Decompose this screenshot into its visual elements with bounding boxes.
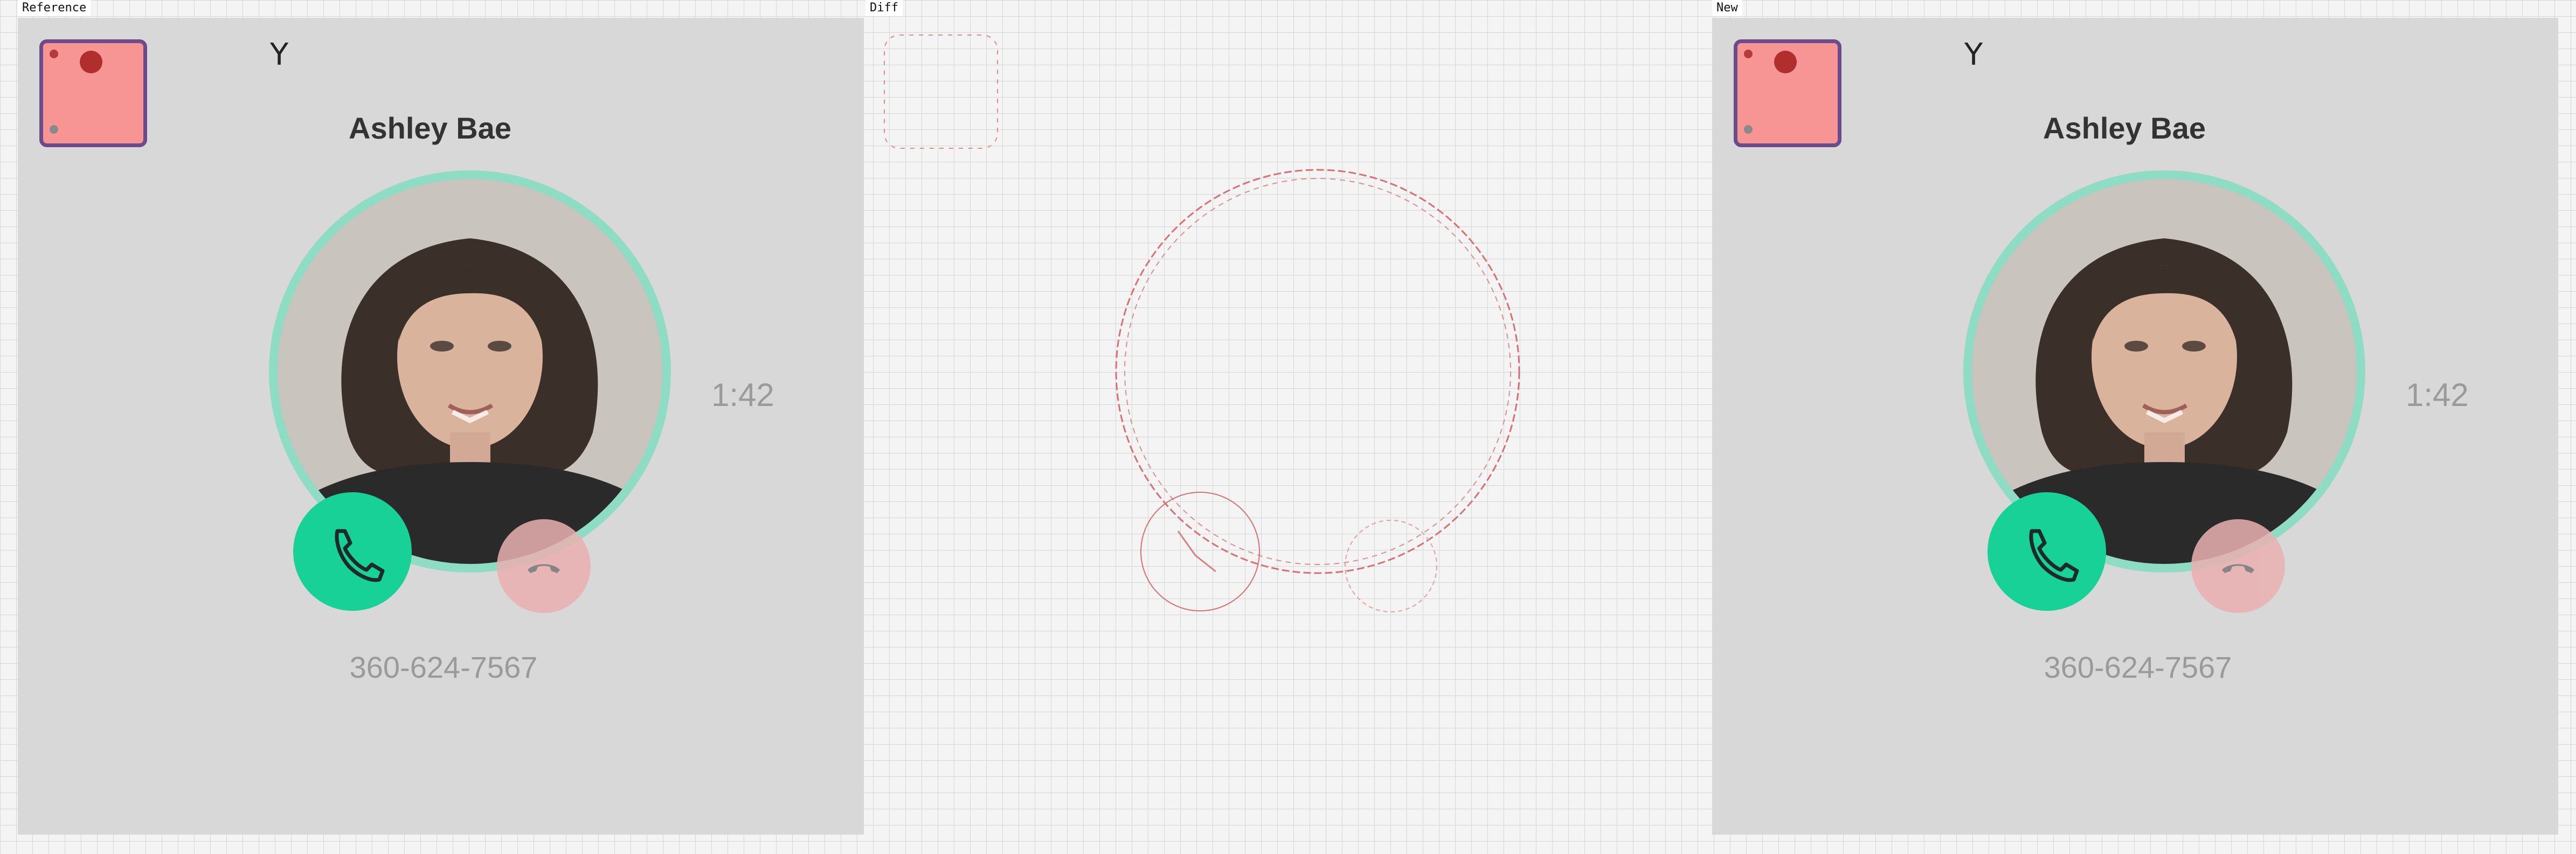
diff-panel-label: Diff xyxy=(865,0,903,16)
decline-button[interactable] xyxy=(497,519,591,613)
status-glyph: Υ xyxy=(270,37,289,72)
diff-outline xyxy=(1177,531,1216,573)
new-panel-label: New xyxy=(1712,0,1742,16)
diff-outline xyxy=(1124,178,1511,565)
call-timer: 1:42 xyxy=(2406,377,2469,413)
diff-overlay xyxy=(865,0,1712,854)
avatar-dot xyxy=(80,51,102,73)
phone-number: 360-624-7567 xyxy=(349,650,538,684)
call-timer: 1:42 xyxy=(711,377,774,413)
decline-button[interactable] xyxy=(2191,519,2285,613)
comparison-canvas: Reference Υ Ashley Bae 1:42 360-624-7567… xyxy=(0,0,2576,854)
avatar-placeholder-icon[interactable] xyxy=(1734,39,1841,147)
hangup-icon xyxy=(497,519,591,613)
avatar-dot xyxy=(1774,51,1797,73)
reference-call-screen: Υ Ashley Bae 1:42 360-624-7567 xyxy=(18,18,864,835)
avatar-dot xyxy=(1744,50,1753,58)
caller-name: Ashley Bae xyxy=(2043,111,2206,145)
hangup-icon xyxy=(2191,519,2285,613)
answer-button[interactable] xyxy=(1988,492,2106,611)
reference-panel-label: Reference xyxy=(18,0,91,16)
avatar-placeholder-icon[interactable] xyxy=(39,39,147,147)
avatar-dot xyxy=(50,125,58,134)
new-call-screen: Υ Ashley Bae 1:42 360-624-7567 xyxy=(1712,18,2558,835)
phone-icon xyxy=(1988,492,2106,611)
caller-name: Ashley Bae xyxy=(349,111,511,145)
status-glyph: Υ xyxy=(1964,37,1983,72)
answer-button[interactable] xyxy=(293,492,412,611)
diff-outline xyxy=(1345,520,1437,612)
avatar-dot xyxy=(50,50,58,58)
avatar-dot xyxy=(1744,125,1753,134)
phone-icon xyxy=(293,492,412,611)
diff-outline xyxy=(884,35,998,149)
phone-number: 360-624-7567 xyxy=(2044,650,2232,684)
diff-outline xyxy=(1140,492,1260,611)
diff-outline xyxy=(1115,169,1520,574)
